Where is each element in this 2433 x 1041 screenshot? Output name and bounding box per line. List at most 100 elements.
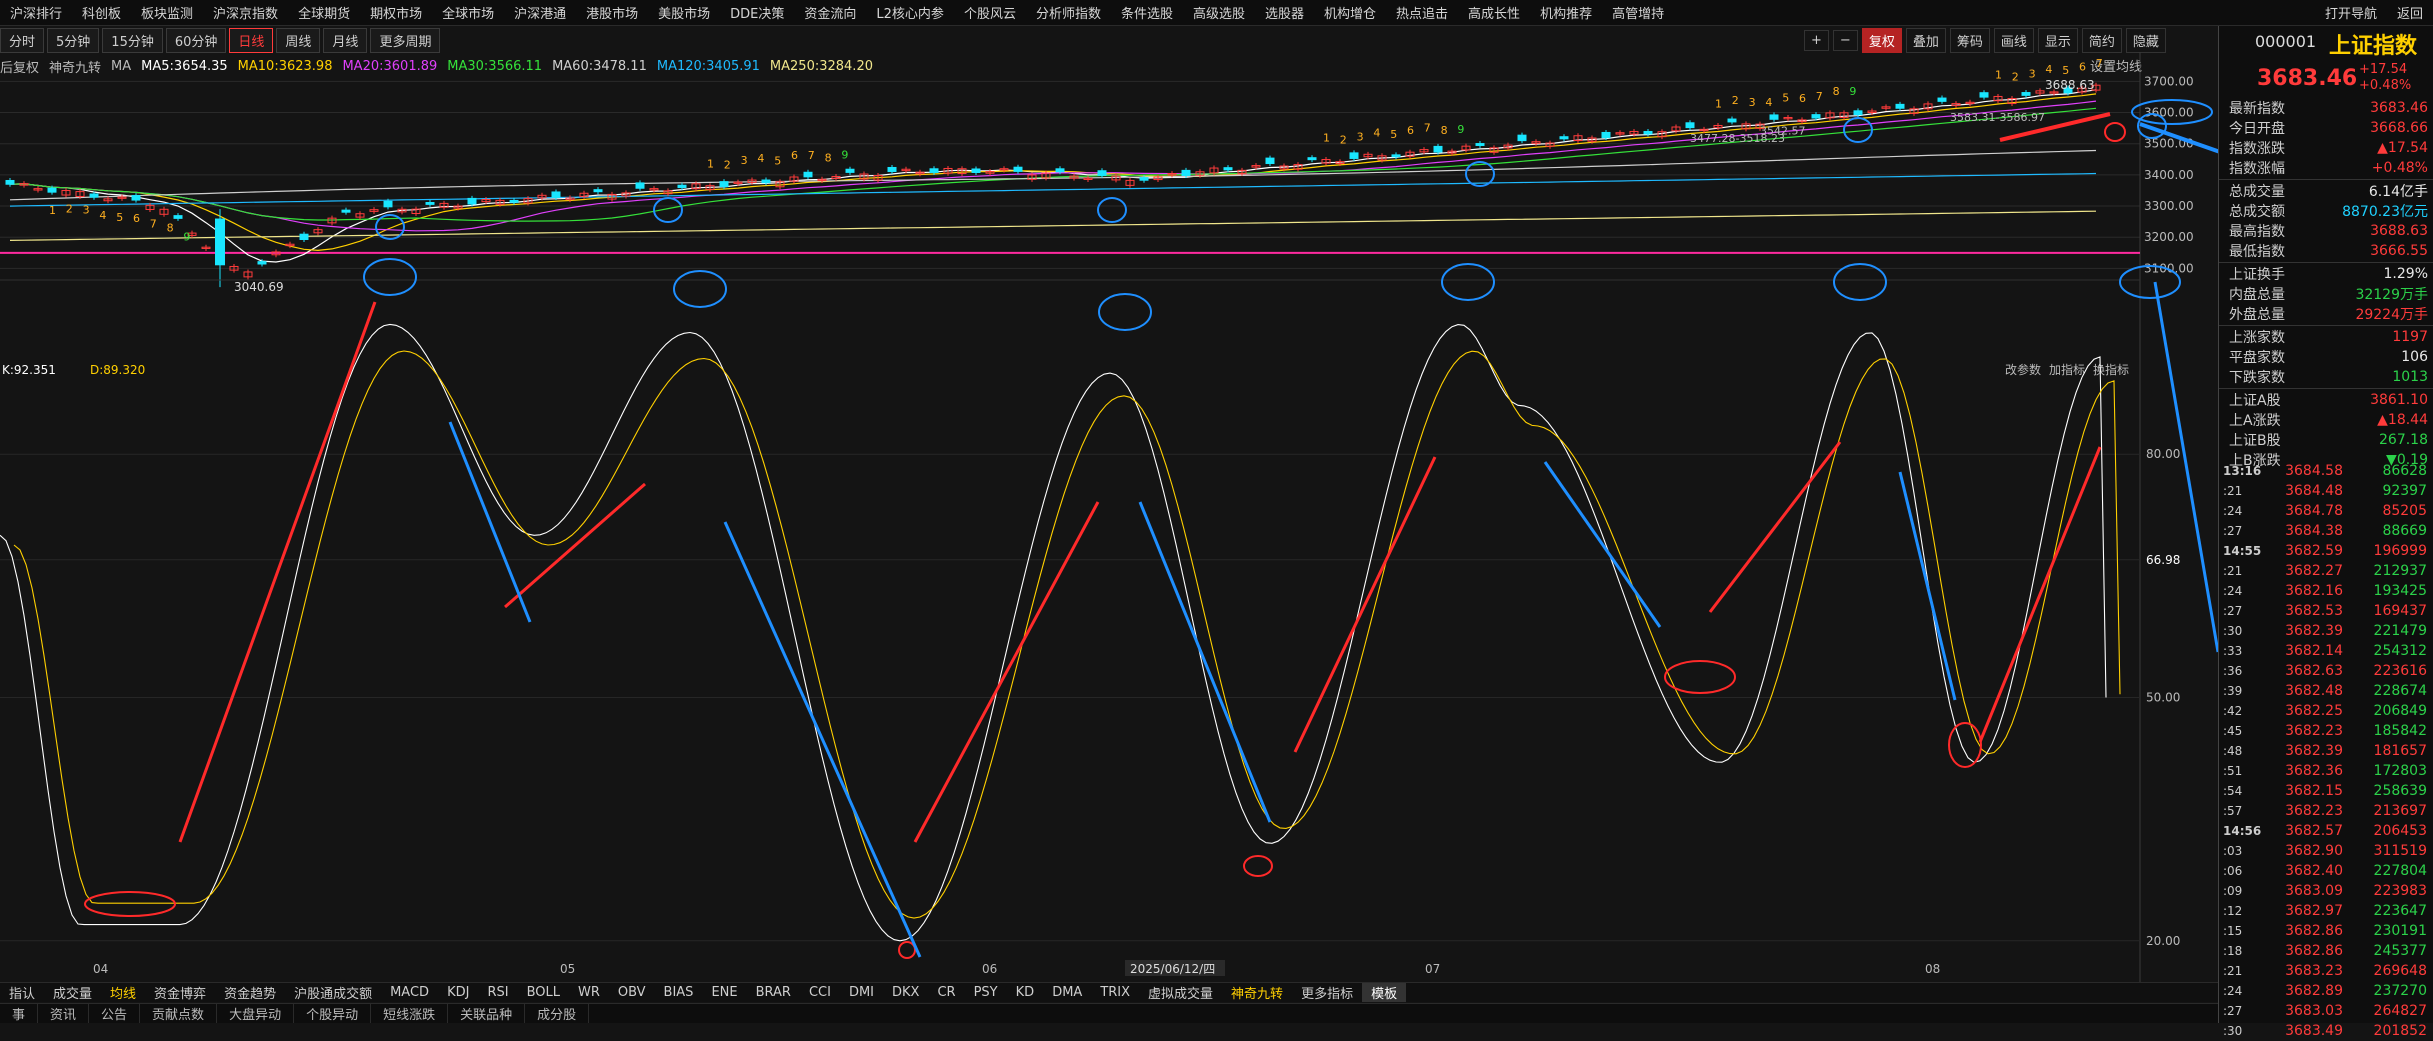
info-tab[interactable]: 资讯	[38, 1004, 90, 1023]
info-tab[interactable]: 事	[0, 1004, 39, 1023]
menu-item[interactable]: 资金流向	[794, 3, 866, 22]
menu-item[interactable]: 机构推荐	[1530, 3, 1602, 22]
tick-row[interactable]: :51 3682.36 172803	[2219, 761, 2433, 781]
menu-item[interactable]: 板块监测	[131, 3, 203, 22]
tick-row[interactable]: :24 3684.78 85205	[2219, 501, 2433, 521]
tick-row[interactable]: :42 3682.25 206849	[2219, 701, 2433, 721]
indicator-tab[interactable]: DKX	[883, 985, 928, 1000]
zoom-in-button[interactable]: +	[1804, 29, 1829, 51]
indicator-tab[interactable]: OBV	[609, 985, 655, 1000]
period-tab[interactable]: 15分钟	[102, 27, 163, 53]
info-tab[interactable]: 大盘异动	[217, 1004, 295, 1023]
tick-row[interactable]: 14:55 3682.59 196999	[2219, 541, 2433, 561]
period-tab[interactable]: 5分钟	[47, 27, 100, 53]
menu-item[interactable]: 热点追击	[1386, 3, 1458, 22]
menu-item[interactable]: 沪深京指数	[203, 3, 288, 22]
menu-item[interactable]: L2核心内参	[866, 3, 954, 22]
period-tab[interactable]: 日线	[229, 27, 274, 53]
info-tab[interactable]: 关联品种	[448, 1004, 526, 1023]
indicator-tab[interactable]: PSY	[965, 985, 1007, 1000]
chips-button[interactable]: 筹码	[1949, 27, 1990, 53]
menu-item[interactable]: 高成长性	[1458, 3, 1530, 22]
tick-row[interactable]: :18 3682.86 245377	[2219, 941, 2433, 961]
indicator-tab[interactable]: 资金趋势	[215, 983, 285, 1002]
tick-row[interactable]: :12 3682.97 223647	[2219, 901, 2433, 921]
indicator-tab[interactable]: RSI	[478, 985, 517, 1000]
period-tab[interactable]: 月线	[323, 27, 368, 53]
menu-item[interactable]: 高管增持	[1602, 3, 1674, 22]
tick-row[interactable]: :54 3682.15 258639	[2219, 781, 2433, 801]
info-tab[interactable]: 贡献点数	[140, 1004, 218, 1023]
tick-row[interactable]: :09 3683.09 223983	[2219, 881, 2433, 901]
tick-row[interactable]: :27 3684.38 88669	[2219, 521, 2433, 541]
tick-row[interactable]: 13:16 3684.58 86628	[2219, 461, 2433, 481]
menu-item[interactable]: 港股市场	[576, 3, 648, 22]
indicator-tab[interactable]: 沪股通成交额	[285, 983, 381, 1002]
menu-item[interactable]: 高级选股	[1183, 3, 1255, 22]
menu-item[interactable]: DDE决策	[720, 3, 794, 22]
menu-item[interactable]: 沪深排行	[0, 3, 72, 22]
menu-item[interactable]: 期权市场	[360, 3, 432, 22]
indicator-tab[interactable]: 虚拟成交量	[1139, 983, 1222, 1002]
period-tab[interactable]: 周线	[276, 27, 321, 53]
menu-right-item[interactable]: 返回	[2387, 3, 2433, 22]
tick-row[interactable]: :24 3682.16 193425	[2219, 581, 2433, 601]
indicator-tab[interactable]: KDJ	[438, 985, 478, 1000]
indicator-tab[interactable]: MACD	[381, 985, 438, 1000]
overlay-button[interactable]: 叠加	[1905, 27, 1946, 53]
indicator-tab[interactable]: 指认	[0, 983, 44, 1002]
period-tab[interactable]: 分时	[0, 27, 45, 53]
info-tab[interactable]: 个股异动	[294, 1004, 372, 1023]
indicator-tab[interactable]: 模板	[1362, 983, 1407, 1002]
menu-item[interactable]: 全球期货	[288, 3, 360, 22]
tick-row[interactable]: :36 3682.63 223616	[2219, 661, 2433, 681]
indicator-tab[interactable]: WR	[569, 985, 609, 1000]
indicator-tab[interactable]: DMI	[840, 985, 883, 1000]
menu-item[interactable]: 分析师指数	[1026, 3, 1111, 22]
tick-row[interactable]: :24 3682.89 237270	[2219, 981, 2433, 1001]
indicator-tab[interactable]: BRAR	[747, 985, 800, 1000]
info-tab[interactable]: 公告	[89, 1004, 141, 1023]
tick-list[interactable]: 13:16 3684.58 86628:21 3684.48 92397:24 3684.…	[2219, 461, 2433, 1041]
indicator-tab[interactable]: ENE	[702, 985, 746, 1000]
indicator-tab[interactable]: DMA	[1043, 985, 1091, 1000]
hide-button[interactable]: 隐藏	[2125, 27, 2166, 53]
menu-item[interactable]: 机构增仓	[1314, 3, 1386, 22]
period-tab[interactable]: 60分钟	[165, 27, 227, 53]
indicator-tab[interactable]: KD	[1007, 985, 1044, 1000]
tick-row[interactable]: :06 3682.40 227804	[2219, 861, 2433, 881]
menu-item[interactable]: 美股市场	[648, 3, 720, 22]
simple-button[interactable]: 简约	[2081, 27, 2122, 53]
indicator-tab[interactable]: TRIX	[1091, 985, 1139, 1000]
menu-right-item[interactable]: 打开导航	[2315, 3, 2387, 22]
info-tab[interactable]: 短线涨跌	[371, 1004, 449, 1023]
menu-item[interactable]: 沪深港通	[504, 3, 576, 22]
indicator-tab[interactable]: BIAS	[655, 985, 703, 1000]
indicator-tab[interactable]: 神奇九转	[1222, 983, 1292, 1002]
tick-row[interactable]: :39 3682.48 228674	[2219, 681, 2433, 701]
display-button[interactable]: 显示	[2037, 27, 2078, 53]
indicator-tab[interactable]: CR	[928, 985, 964, 1000]
indicator-tab[interactable]: CCI	[800, 985, 840, 1000]
tick-row[interactable]: :45 3682.23 185842	[2219, 721, 2433, 741]
zoom-out-button[interactable]: −	[1832, 29, 1858, 51]
menu-item[interactable]: 条件选股	[1111, 3, 1183, 22]
tick-row[interactable]: :21 3684.48 92397	[2219, 481, 2433, 501]
tick-row[interactable]: :27 3683.03 264827	[2219, 1001, 2433, 1021]
indicator-tab[interactable]: 资金博弈	[145, 983, 215, 1002]
kline-chart[interactable]: 3700.003600.003500.003400.003300.003200.…	[0, 52, 2218, 982]
menu-item[interactable]: 选股器	[1255, 3, 1314, 22]
indicator-tab[interactable]: 均线	[101, 983, 145, 1002]
menu-item[interactable]: 个股风云	[954, 3, 1026, 22]
tick-row[interactable]: :30 3683.49 201852	[2219, 1021, 2433, 1041]
tick-row[interactable]: :03 3682.90 311519	[2219, 841, 2433, 861]
period-tab[interactable]: 更多周期	[370, 27, 441, 53]
tick-row[interactable]: :21 3683.23 269648	[2219, 961, 2433, 981]
tick-row[interactable]: :21 3682.27 212937	[2219, 561, 2433, 581]
indicator-tab[interactable]: BOLL	[518, 985, 569, 1000]
tick-row[interactable]: :27 3682.53 169437	[2219, 601, 2433, 621]
indicator-tab[interactable]: 更多指标	[1292, 983, 1362, 1002]
tick-row[interactable]: :57 3682.23 213697	[2219, 801, 2433, 821]
menu-item[interactable]: 科创板	[72, 3, 131, 22]
indicator-tab[interactable]: 成交量	[44, 983, 101, 1002]
